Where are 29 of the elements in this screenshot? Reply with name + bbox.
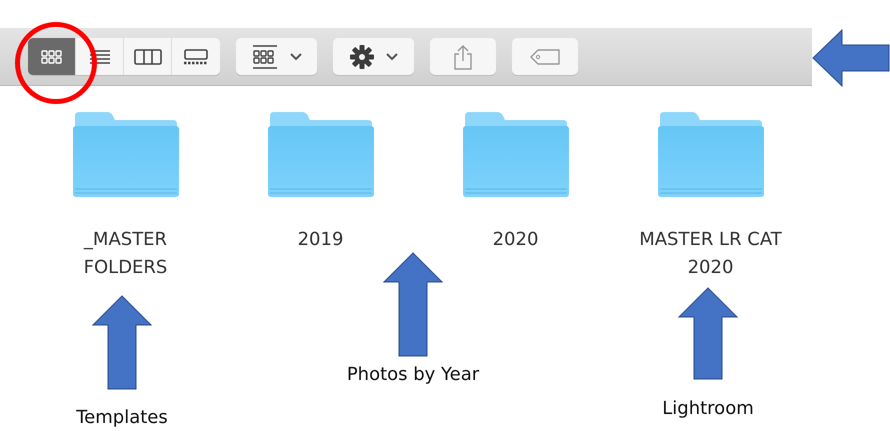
view-button[interactable] xyxy=(124,38,172,75)
list-view-icon xyxy=(88,48,110,64)
tag-icon xyxy=(529,48,561,66)
toolbar-button[interactable] xyxy=(430,38,496,75)
folder-name: 2020 xyxy=(492,228,540,252)
folder-icon xyxy=(462,112,568,198)
gallery-view-icon xyxy=(183,48,209,64)
view-button[interactable] xyxy=(28,38,76,75)
annotation-label: Photos by Year xyxy=(346,363,480,387)
share-icon xyxy=(453,44,473,70)
folder-icon xyxy=(268,112,374,198)
menu-button[interactable] xyxy=(236,38,317,75)
view-button[interactable] xyxy=(76,38,124,75)
grid-view-icon xyxy=(40,50,62,64)
grouped-grid-icon xyxy=(252,44,278,68)
annotation-label: Templates xyxy=(75,406,169,430)
view-button[interactable] xyxy=(172,38,220,75)
folder-name: _MASTER FOLDERS xyxy=(82,228,168,280)
toolbar-button[interactable] xyxy=(512,38,578,75)
gear-icon xyxy=(350,44,374,68)
menu-button[interactable] xyxy=(333,38,414,75)
folder-icon xyxy=(658,112,764,198)
folder-name: 2019 xyxy=(296,228,344,252)
column-view-icon xyxy=(134,48,162,64)
folder-icon xyxy=(72,112,178,198)
annotation-label: Lightroom xyxy=(661,397,755,421)
chevron-icon xyxy=(386,52,398,60)
chevron-icon xyxy=(290,52,302,60)
folder-name: MASTER LR CAT 2020 xyxy=(638,228,783,280)
